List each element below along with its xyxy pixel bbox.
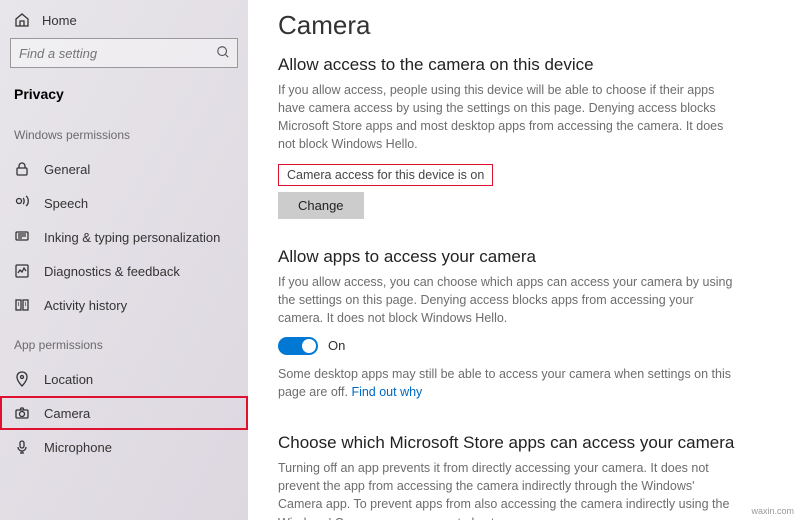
location-icon xyxy=(14,371,30,387)
section-desc: Turning off an app prevents it from dire… xyxy=(278,459,738,520)
sidebar-item-activity[interactable]: Activity history xyxy=(0,288,248,322)
section-heading-store-apps: Choose which Microsoft Store apps can ac… xyxy=(278,433,774,453)
microphone-icon xyxy=(14,439,30,455)
search-box xyxy=(10,38,238,68)
sidebar-item-label: Inking & typing personalization xyxy=(44,230,220,245)
sidebar-item-diagnostics[interactable]: Diagnostics & feedback xyxy=(0,254,248,288)
sidebar-title: Privacy xyxy=(0,78,248,112)
toggle-label: On xyxy=(328,338,345,353)
sidebar-item-general[interactable]: General xyxy=(0,152,248,186)
sidebar-item-label: Camera xyxy=(44,406,90,421)
page-title: Camera xyxy=(278,10,774,41)
activity-icon xyxy=(14,297,30,313)
sidebar-item-inking[interactable]: Inking & typing personalization xyxy=(0,220,248,254)
watermark: waxin.com xyxy=(751,506,794,516)
apps-access-toggle[interactable] xyxy=(278,337,318,355)
inking-icon xyxy=(14,229,30,245)
section-heading-apps-access: Allow apps to access your camera xyxy=(278,247,774,267)
sidebar-item-location[interactable]: Location xyxy=(0,362,248,396)
camera-access-status: Camera access for this device is on xyxy=(278,164,493,186)
sidebar-item-camera[interactable]: Camera xyxy=(0,396,248,430)
toggle-row: On xyxy=(278,337,774,355)
sidebar: Home Privacy Windows permissions General… xyxy=(0,0,248,520)
find-out-why-link[interactable]: Find out why xyxy=(351,385,422,399)
sidebar-item-speech[interactable]: Speech xyxy=(0,186,248,220)
group-app-permissions: App permissions xyxy=(0,322,248,362)
section-desc: If you allow access, you can choose whic… xyxy=(278,273,738,327)
sidebar-item-label: Speech xyxy=(44,196,88,211)
lock-icon xyxy=(14,161,30,177)
home-link[interactable]: Home xyxy=(0,6,248,38)
sidebar-item-label: Activity history xyxy=(44,298,127,313)
home-icon xyxy=(14,12,30,28)
sidebar-item-label: General xyxy=(44,162,90,177)
desktop-apps-note: Some desktop apps may still be able to a… xyxy=(278,365,738,401)
note-text: Some desktop apps may still be able to a… xyxy=(278,367,731,399)
home-label: Home xyxy=(42,13,77,28)
section-heading-device-access: Allow access to the camera on this devic… xyxy=(278,55,774,75)
change-button[interactable]: Change xyxy=(278,192,364,219)
sidebar-item-label: Microphone xyxy=(44,440,112,455)
group-windows-permissions: Windows permissions xyxy=(0,112,248,152)
speech-icon xyxy=(14,195,30,211)
sidebar-item-microphone[interactable]: Microphone xyxy=(0,430,248,464)
sidebar-item-label: Location xyxy=(44,372,93,387)
sidebar-item-label: Diagnostics & feedback xyxy=(44,264,180,279)
search-icon xyxy=(216,45,230,59)
main-content: Camera Allow access to the camera on thi… xyxy=(248,0,800,520)
section-desc: If you allow access, people using this d… xyxy=(278,81,738,154)
camera-icon xyxy=(14,405,30,421)
diagnostics-icon xyxy=(14,263,30,279)
search-input[interactable] xyxy=(10,38,238,68)
